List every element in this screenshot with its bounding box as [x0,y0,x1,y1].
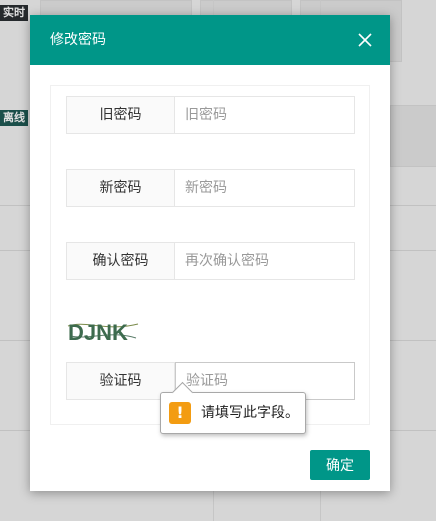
old-password-label: 旧密码 [66,96,175,134]
dialog-form: 旧密码 新密码 确认密码 DJNK 验证码 [50,85,370,425]
dialog-title: 修改密码 [50,32,106,48]
confirm-password-input[interactable] [175,242,355,280]
warning-icon: ! [169,402,191,424]
captcha-image[interactable]: DJNK [66,314,140,348]
confirm-button[interactable]: 确定 [310,450,370,480]
validation-message: 请填写此字段。 [201,405,299,421]
old-password-row: 旧密码 [66,96,355,134]
new-password-label: 新密码 [66,169,175,207]
captcha-text: DJNK [68,320,128,345]
close-icon[interactable] [354,29,376,51]
old-password-input[interactable] [175,96,355,134]
confirm-password-row: 确认密码 [66,242,355,280]
new-password-row: 新密码 [66,169,355,207]
confirm-password-label: 确认密码 [66,242,175,280]
captcha-label: 验证码 [66,362,175,400]
dialog-header: 修改密码 [30,15,390,65]
new-password-input[interactable] [175,169,355,207]
validation-tooltip: ! 请填写此字段。 [160,381,306,434]
